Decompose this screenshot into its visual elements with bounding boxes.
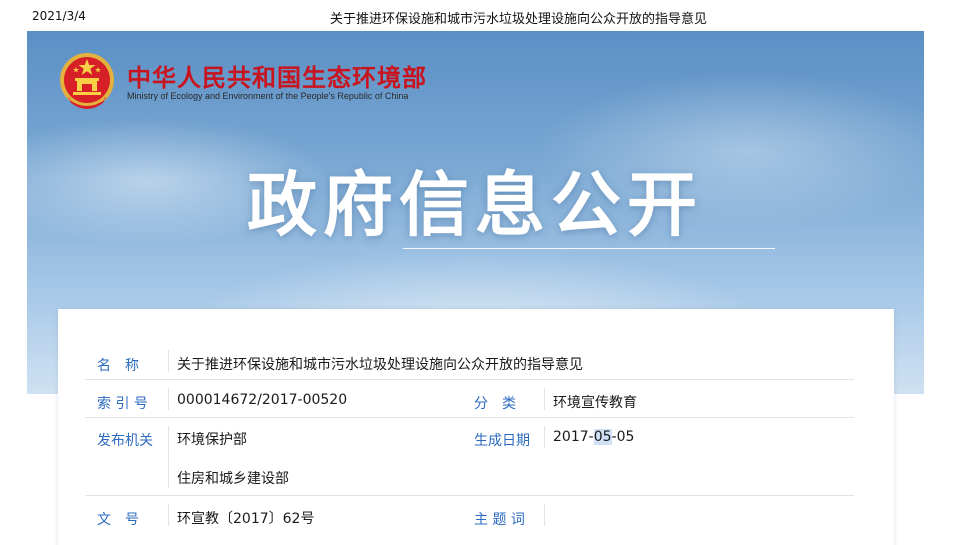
- divider: [544, 426, 545, 448]
- ministry-name-en: Ministry of Ecology and Environment of t…: [127, 91, 409, 101]
- date-suffix: -05: [611, 429, 635, 445]
- category-value: 环境宣传教育: [553, 395, 637, 411]
- keywords-label: 主 题 词: [474, 512, 525, 528]
- date-month-highlight: 05: [593, 429, 612, 445]
- category-label: 分 类: [474, 396, 516, 412]
- issuer-label: 发布机关: [97, 433, 153, 449]
- divider: [168, 350, 169, 372]
- doc-no-label: 文 号: [97, 512, 139, 528]
- date-label: 生成日期: [474, 433, 530, 449]
- heading-underline: [403, 248, 775, 249]
- name-label: 名 称: [97, 358, 139, 374]
- date-value: 2017-05-05: [553, 429, 634, 445]
- print-header: 2021/3/4 关于推进环保设施和城市污水垃圾处理设施向公众开放的指导意见: [0, 0, 954, 31]
- issuer-value-1: 环境保护部: [177, 432, 247, 448]
- print-title: 关于推进环保设施和城市污水垃圾处理设施向公众开放的指导意见: [330, 12, 708, 27]
- doc-no-value: 环宣教〔2017〕62号: [177, 511, 315, 527]
- index-value: 000014672/2017-00520: [177, 392, 348, 408]
- national-emblem-icon: [60, 53, 114, 109]
- divider: [168, 388, 169, 410]
- page-heading: 政府信息公开: [247, 164, 703, 246]
- divider: [544, 388, 545, 410]
- divider: [544, 504, 545, 526]
- date-prefix: 2017-: [553, 429, 594, 445]
- name-value: 关于推进环保设施和城市污水垃圾处理设施向公众开放的指导意见: [177, 357, 583, 373]
- info-card: 名 称 关于推进环保设施和城市污水垃圾处理设施向公众开放的指导意见 索 引 号 …: [58, 309, 894, 545]
- info-row-name: 名 称 关于推进环保设施和城市污水垃圾处理设施向公众开放的指导意见: [85, 334, 854, 380]
- issuer-value-2: 住房和城乡建设部: [177, 471, 289, 487]
- divider: [168, 504, 169, 526]
- info-row-issuer: 发布机关 环境保护部 住房和城乡建设部 生成日期 2017-05-05: [85, 418, 854, 496]
- ministry-name-cn: 中华人民共和国生态环境部: [127, 64, 427, 92]
- index-label: 索 引 号: [97, 396, 148, 412]
- print-date: 2021/3/4: [32, 9, 86, 23]
- info-table: 名 称 关于推进环保设施和城市污水垃圾处理设施向公众开放的指导意见 索 引 号 …: [85, 334, 854, 536]
- info-row-index: 索 引 号 000014672/2017-00520 分 类 环境宣传教育: [85, 380, 854, 418]
- divider: [168, 426, 169, 488]
- info-row-docno: 文 号 环宣教〔2017〕62号 主 题 词: [85, 496, 854, 536]
